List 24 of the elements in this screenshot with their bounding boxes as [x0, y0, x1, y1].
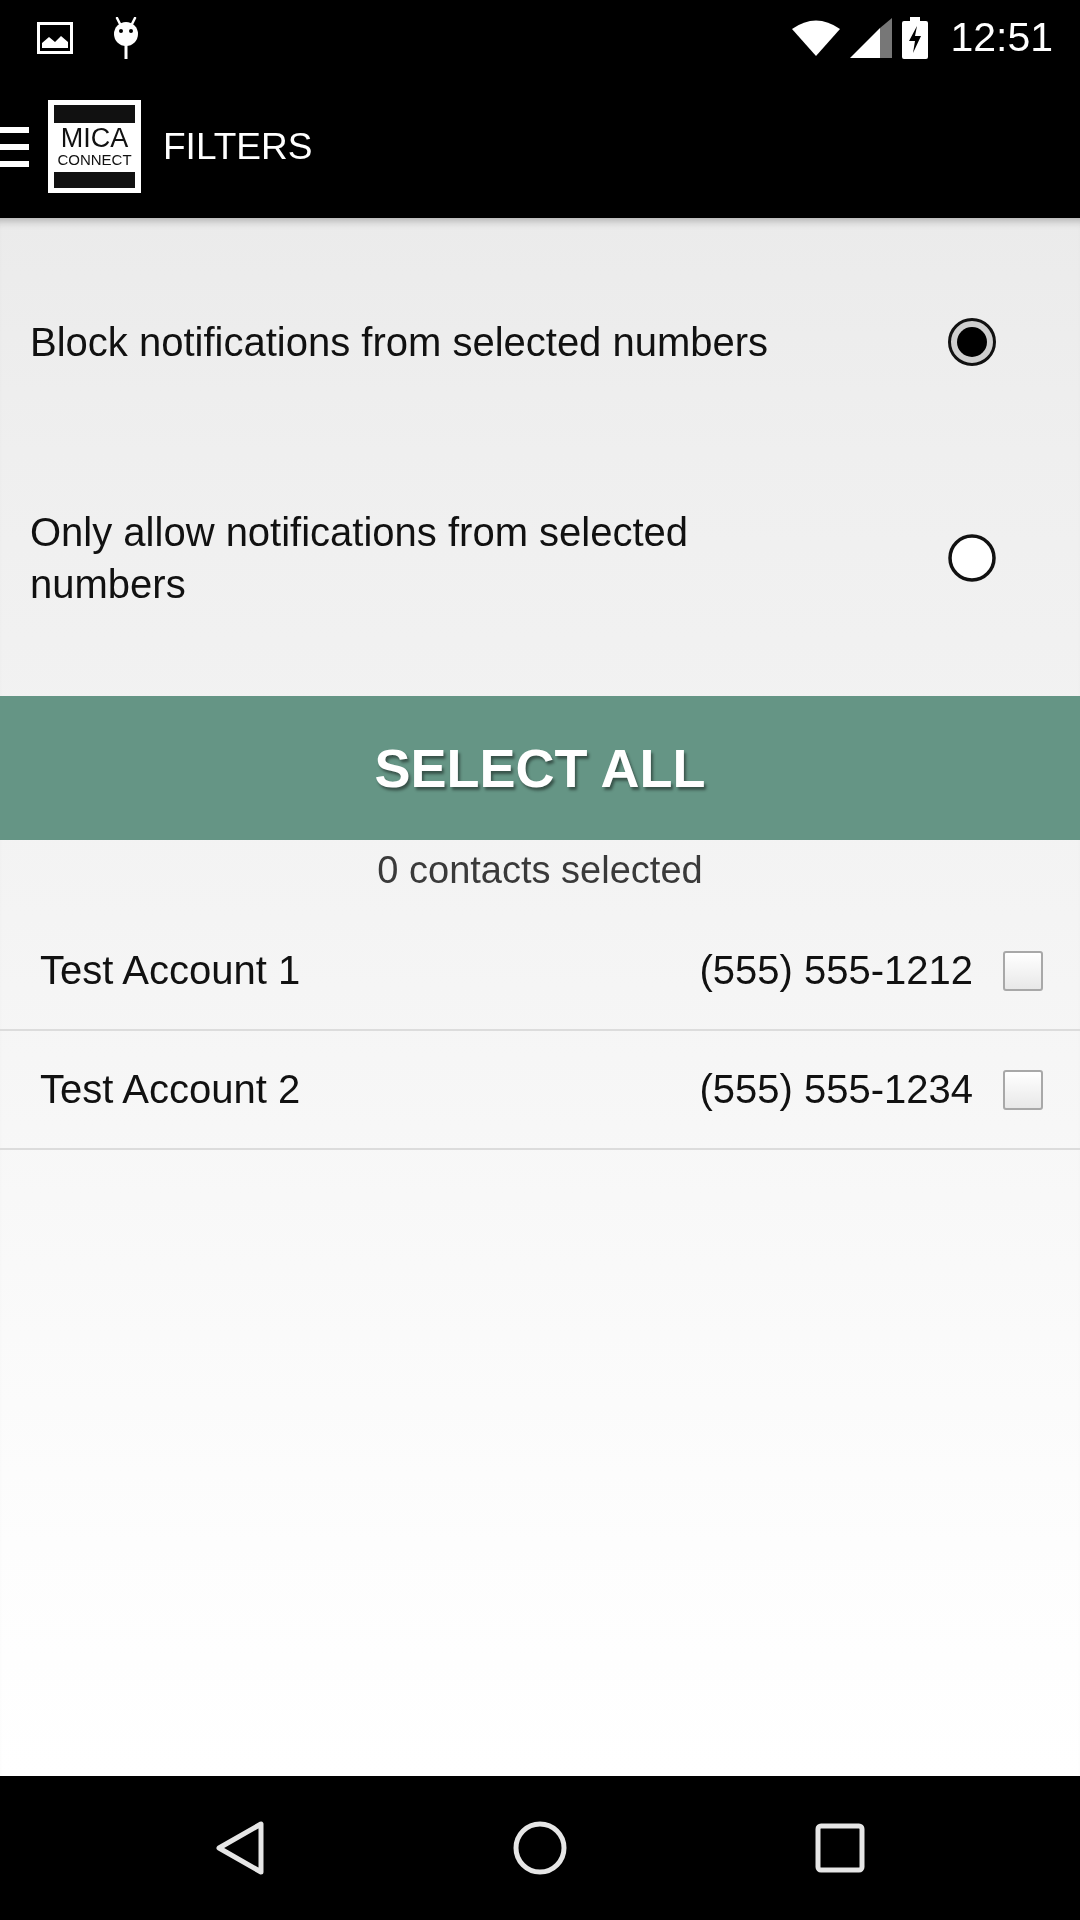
contact-phone: (555) 555-1234 — [699, 1067, 973, 1112]
contact-phone: (555) 555-1212 — [699, 948, 973, 993]
contact-checkbox[interactable] — [1003, 950, 1043, 991]
battery-icon — [902, 16, 929, 59]
screen-title: FILTERS — [163, 125, 313, 168]
back-icon[interactable] — [215, 1820, 265, 1876]
option-label: Only allow notifications from selected numbers — [30, 509, 690, 608]
contact-checkbox[interactable] — [1003, 1069, 1043, 1110]
radio-button[interactable] — [948, 534, 996, 582]
radio-button-selected[interactable] — [948, 318, 996, 366]
selection-count: 0 contacts selected — [376, 848, 704, 893]
clock-time: 12:51 — [950, 14, 1053, 61]
select-all-button[interactable]: SELECT ALL — [0, 696, 1080, 840]
wifi-icon — [792, 19, 841, 56]
option-label: Block notifications from selected numbers — [30, 319, 770, 366]
menu-icon[interactable] — [0, 126, 29, 167]
logo-tagline: CONNECT — [57, 152, 132, 168]
signal-icon — [850, 17, 893, 58]
image-icon — [37, 21, 73, 54]
recent-apps-icon[interactable] — [815, 1823, 865, 1873]
logo-wordmark: MICA — [60, 125, 129, 152]
contact-name: Test Account 1 — [40, 948, 302, 993]
home-icon[interactable] — [513, 1821, 567, 1875]
contact-name: Test Account 2 — [40, 1067, 302, 1112]
